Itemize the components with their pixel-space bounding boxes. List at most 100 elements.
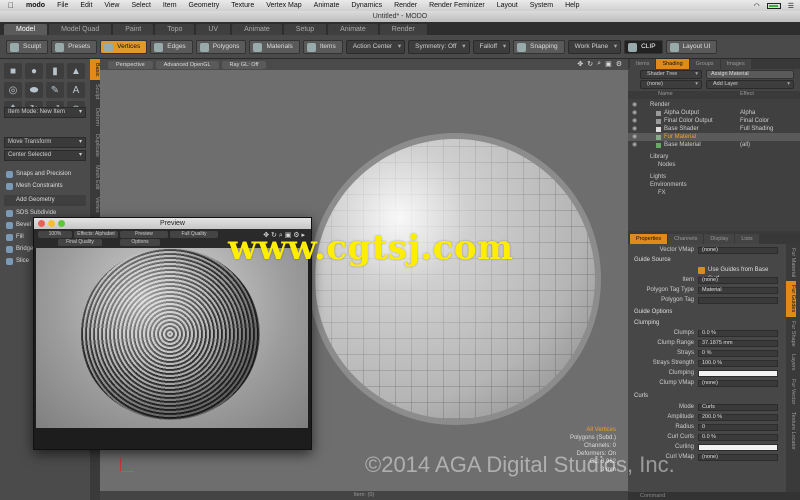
- radius-field[interactable]: 0: [698, 424, 778, 431]
- tree-row-selected[interactable]: ◉ Fur Material: [628, 133, 800, 141]
- tree-row[interactable]: ◉ Final Color Output Final Color: [628, 117, 800, 125]
- close-icon[interactable]: [38, 220, 45, 227]
- tree-row[interactable]: Nodes: [628, 161, 800, 169]
- tab-render[interactable]: Render: [379, 24, 427, 35]
- shading-mode-button[interactable]: Advanced OpenGL: [155, 60, 219, 69]
- prop-section[interactable]: Guide Options: [628, 308, 786, 317]
- action-center-dropdown[interactable]: Action Center: [345, 39, 406, 54]
- tab-groups[interactable]: Groups: [689, 59, 720, 69]
- strays-field[interactable]: 0 %: [698, 350, 778, 357]
- menu-item[interactable]: Item: [157, 2, 183, 9]
- clumps-field[interactable]: 0.0 %: [698, 330, 778, 337]
- tab-model[interactable]: Model: [4, 24, 48, 35]
- prop-section[interactable]: Clumping: [628, 319, 786, 328]
- cylinder-icon[interactable]: ▮: [46, 63, 64, 79]
- battery-icon[interactable]: [766, 2, 781, 9]
- tab-topo[interactable]: Topo: [155, 24, 195, 35]
- zoom-window-icon[interactable]: [58, 220, 65, 227]
- menu-render-feminizer[interactable]: Render Feminizer: [423, 2, 491, 9]
- final-quality-button[interactable]: Final Quality: [58, 239, 102, 246]
- side-tab-fur-shape[interactable]: Fur Shape: [786, 317, 796, 351]
- orbit-icon[interactable]: ↻: [587, 60, 593, 68]
- cone-icon[interactable]: ▲: [67, 63, 85, 79]
- tree-row[interactable]: ◉ Alpha Output Alpha: [628, 109, 800, 117]
- edges-button[interactable]: Edges: [150, 39, 193, 54]
- menu-select[interactable]: Select: [125, 2, 156, 9]
- gear-icon[interactable]: ⚙: [616, 60, 622, 68]
- guides-checkbox[interactable]: [698, 267, 705, 274]
- sculpt-button[interactable]: Sculpt: [6, 39, 49, 54]
- pan-icon[interactable]: ✥: [577, 60, 583, 68]
- maximize-icon[interactable]: ▣: [605, 60, 612, 68]
- pen-icon[interactable]: ✎: [46, 82, 64, 98]
- menu-system[interactable]: System: [524, 2, 559, 9]
- apple-icon[interactable]: : [0, 1, 20, 10]
- clump-range-field[interactable]: 37.1875 mm: [698, 340, 778, 347]
- tab-display[interactable]: Display: [704, 234, 735, 244]
- tab-properties[interactable]: Properties: [630, 234, 668, 244]
- vtab-basic[interactable]: Basic: [90, 59, 100, 81]
- layout-ui-button[interactable]: Layout UI: [665, 39, 718, 54]
- falloff-dropdown[interactable]: Falloff: [472, 39, 511, 54]
- eye-icon[interactable]: ◉: [632, 109, 637, 117]
- preview-mode-button[interactable]: Preview: [120, 231, 168, 238]
- zoom-level-button[interactable]: 100%: [38, 231, 72, 238]
- item-mode-dropdown[interactable]: Item Mode: New Item: [4, 107, 86, 118]
- tree-row[interactable]: Lights: [628, 173, 800, 181]
- polygon-tag-field[interactable]: [698, 297, 778, 304]
- mode-dropdown[interactable]: Curls: [698, 404, 778, 411]
- vtab-vertex[interactable]: Vertex: [90, 193, 100, 217]
- curl-vmap-field[interactable]: (none): [698, 454, 778, 461]
- add-geometry-header[interactable]: Add Geometry: [4, 195, 86, 206]
- tab-animate[interactable]: Animate: [232, 24, 282, 35]
- snaps-button[interactable]: Snaps and Precision: [4, 169, 86, 180]
- text-tool-icon[interactable]: A: [67, 82, 85, 98]
- items-button[interactable]: Items: [302, 39, 343, 54]
- capsule-icon[interactable]: ⬬: [25, 82, 43, 98]
- filter-dropdown[interactable]: (none): [640, 80, 702, 89]
- menu-edit[interactable]: Edit: [74, 2, 98, 9]
- full-quality-button[interactable]: Full Quality: [170, 231, 218, 238]
- center-dropdown[interactable]: Center Selected: [4, 150, 86, 161]
- wifi-icon[interactable]: ◠: [754, 2, 760, 10]
- side-tab-layers[interactable]: Layers: [786, 350, 796, 375]
- snapping-button[interactable]: Snapping: [513, 39, 565, 54]
- menu-dynamics[interactable]: Dynamics: [345, 2, 388, 9]
- command-input[interactable]: Command: [628, 492, 800, 500]
- side-tab-texture-locator[interactable]: Texture Locator: [786, 408, 796, 454]
- options-button[interactable]: Options: [120, 239, 160, 246]
- mesh-constraints-button[interactable]: Mesh Constraints: [4, 181, 86, 192]
- tab-lists[interactable]: Lists: [735, 234, 759, 244]
- menu-view[interactable]: View: [98, 2, 125, 9]
- minimize-icon[interactable]: [48, 220, 55, 227]
- tree-row[interactable]: Library: [628, 153, 800, 161]
- app-menu[interactable]: modo: [20, 2, 51, 9]
- eye-icon[interactable]: ◉: [632, 133, 637, 141]
- curling-gradient[interactable]: [698, 444, 778, 451]
- vertices-button[interactable]: Vertices: [100, 39, 148, 54]
- sphere-mesh[interactable]: [315, 139, 595, 419]
- symmetry-dropdown[interactable]: Symmetry: Off: [408, 39, 470, 54]
- transform-dropdown[interactable]: Move Transform: [4, 137, 86, 148]
- tab-paint[interactable]: Paint: [113, 24, 154, 35]
- assign-material-button[interactable]: Assign Material: [706, 70, 794, 79]
- tab-channels[interactable]: Channels: [668, 234, 704, 244]
- side-tab-fur-vector[interactable]: Fur Vector: [786, 375, 796, 408]
- tree-row[interactable]: ◉ Base Shader Full Shading: [628, 125, 800, 133]
- side-tab-fur-guides[interactable]: Fur Guides: [786, 281, 796, 317]
- strays-strength-field[interactable]: 100.0 %: [698, 360, 778, 367]
- tab-images[interactable]: Images: [720, 59, 751, 69]
- menu-vertex-map[interactable]: Vertex Map: [260, 2, 307, 9]
- add-layer-dropdown[interactable]: Add Layer: [706, 80, 794, 89]
- tree-row[interactable]: Environments: [628, 181, 800, 189]
- eye-icon[interactable]: ◉: [632, 117, 637, 125]
- vtab-sculpt[interactable]: Sculpt: [90, 80, 100, 103]
- clip-button[interactable]: CLIP: [624, 39, 663, 54]
- tab-shading[interactable]: Shading: [656, 59, 689, 69]
- eye-icon[interactable]: ◉: [632, 141, 637, 149]
- tab-items[interactable]: Items: [630, 59, 656, 69]
- polygon-tag-type-field[interactable]: Material: [698, 287, 778, 294]
- presets-button[interactable]: Presets: [51, 39, 98, 54]
- effects-dropdown[interactable]: Effects: Alphabet: [74, 231, 118, 238]
- vector-vmap-field[interactable]: (none): [698, 247, 778, 254]
